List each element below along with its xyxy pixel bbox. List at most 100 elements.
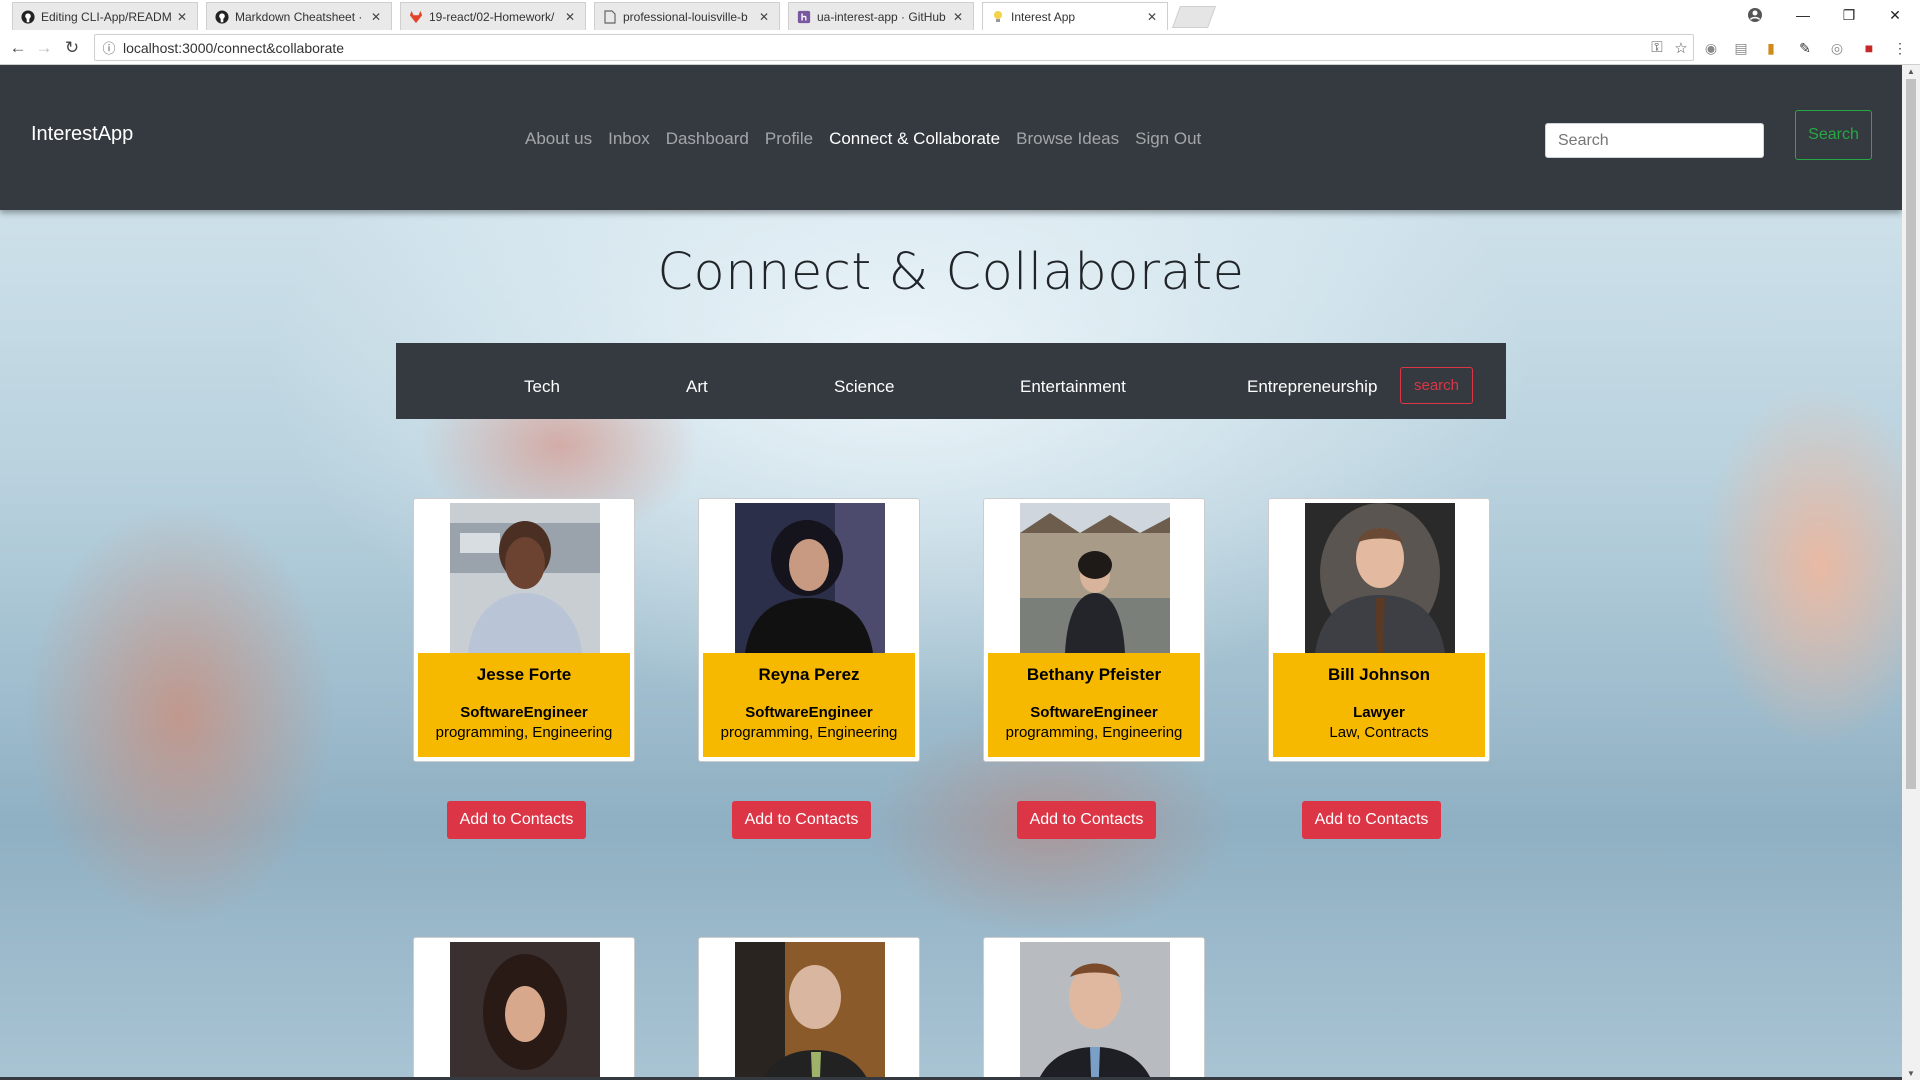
url-text[interactable]: localhost:3000/connect&collaborate [123,40,1645,56]
info-icon[interactable]: ⓘ [99,38,119,57]
nav-link-inbox[interactable]: Inbox [608,129,650,149]
profile-name: Bethany Pfeister [1026,665,1162,684]
extension-icon[interactable]: ◎ [1827,38,1847,58]
scroll-up-icon[interactable]: ▲ [1907,67,1915,76]
close-icon[interactable]: ✕ [759,10,771,24]
scrollbar-thumb[interactable] [1906,79,1916,789]
address-bar[interactable]: ⓘ localhost:3000/connect&collaborate ⚿ ☆ [94,34,1694,61]
profile-info: Jesse Forte SoftwareEngineer programming… [418,653,630,757]
profile-role: SoftwareEngineer [460,704,588,721]
extension-icon[interactable]: ▮ [1761,38,1781,58]
add-to-contacts-button[interactable]: Add to Contacts [447,801,586,839]
nav-link-profile[interactable]: Profile [765,129,813,149]
add-to-contacts-button[interactable]: Add to Contacts [732,801,871,839]
category-science[interactable]: Science [834,377,894,397]
category-entertainment[interactable]: Entertainment [1020,377,1126,397]
navbar-search-button[interactable]: Search [1795,110,1872,160]
browser-tab[interactable]: professional-louisville-b ✕ [594,2,780,30]
profile-photo [1020,503,1170,653]
github-icon [21,9,35,24]
tab-title: ua-interest-app · GitHub [817,9,946,24]
navbar-brand[interactable]: InterestApp [31,123,133,146]
category-art[interactable]: Art [686,377,708,397]
tab-title: Markdown Cheatsheet · [235,9,363,24]
browser-tab[interactable]: Markdown Cheatsheet · ✕ [206,2,392,30]
profile-photo [735,503,885,653]
browser-tab[interactable]: ua-interest-app · GitHub ✕ [788,2,974,30]
close-icon[interactable]: ✕ [371,10,383,24]
profile-card: Bill Johnson Lawyer Law, Contracts [1268,498,1490,762]
extension-icon[interactable]: ■ [1859,38,1879,58]
browser-tab-bar: Editing CLI-App/READM ✕ Markdown Cheatsh… [0,0,1920,31]
profile-interests: programming, Engineering [720,724,898,741]
add-to-contacts-button[interactable]: Add to Contacts [1017,801,1156,839]
profile-photo [450,503,600,653]
profile-info: Reyna Perez SoftwareEngineer programming… [703,653,915,757]
browser-toolbar: ← → ↻ ⓘ localhost:3000/connect&collabora… [0,30,1920,65]
extension-icon[interactable]: ▤ [1731,38,1751,58]
profile-photo [1020,942,1170,1080]
new-tab-button[interactable] [1171,6,1217,28]
key-icon[interactable]: ⚿ [1645,39,1669,56]
nav-link-dashboard[interactable]: Dashboard [666,129,749,149]
close-icon[interactable]: ✕ [953,10,965,24]
profile-interests: Law, Contracts [1329,724,1429,741]
close-window-icon[interactable]: ✕ [1872,0,1918,30]
category-tech[interactable]: Tech [524,377,560,397]
profile-name: Bill Johnson [1328,665,1430,684]
nav-link-browse-ideas[interactable]: Browse Ideas [1016,129,1119,149]
minimize-icon[interactable]: — [1780,0,1826,30]
app-navbar: InterestApp About us Inbox Dashboard Pro… [0,65,1902,210]
browser-tab[interactable]: 19-react/02-Homework/ ✕ [400,2,586,30]
profile-photo [1305,503,1455,653]
browser-tab-active[interactable]: Interest App ✕ [982,2,1168,30]
extension-icon[interactable]: ✎ [1795,38,1815,58]
browser-tab[interactable]: Editing CLI-App/READM ✕ [12,2,198,30]
profile-interests: programming, Engineering [435,724,613,741]
category-entrepreneurship[interactable]: Entrepreneurship [1247,377,1377,397]
heroku-icon [797,10,811,24]
navbar-search-input[interactable] [1545,123,1764,158]
document-icon [603,9,617,24]
profile-role: SoftwareEngineer [1030,704,1158,721]
menu-icon[interactable]: ⋮ [1890,38,1910,58]
profile-name: Reyna Perez [758,665,860,684]
nav-links: About us Inbox Dashboard Profile Connect… [525,129,1201,149]
vertical-scrollbar[interactable]: ▲ ▼ [1902,65,1920,1080]
profile-card: Reyna Perez SoftwareEngineer programming… [698,498,920,762]
close-icon[interactable]: ✕ [177,10,189,24]
profile-photo [735,942,885,1080]
close-icon[interactable]: ✕ [1147,10,1159,24]
bulb-icon [991,10,1005,24]
page-title: Connect & Collaborate [657,243,1245,302]
add-to-contacts-button[interactable]: Add to Contacts [1302,801,1441,839]
nav-link-connect-collaborate[interactable]: Connect & Collaborate [829,129,1000,149]
profile-name: Jesse Forte [476,665,572,684]
close-icon[interactable]: ✕ [565,10,577,24]
github-icon [215,9,229,24]
profile-card [698,937,920,1080]
back-icon[interactable]: ← [6,36,30,60]
profile-card [413,937,635,1080]
reload-icon[interactable]: ↻ [60,36,84,60]
extension-icon[interactable]: ◉ [1701,38,1721,58]
tab-title: 19-react/02-Homework/ [429,9,555,24]
profile-card [983,937,1205,1080]
profile-role: Lawyer [1353,704,1405,721]
nav-link-about-us[interactable]: About us [525,129,592,149]
profile-role: SoftwareEngineer [745,704,873,721]
page-viewport: InterestApp About us Inbox Dashboard Pro… [0,65,1902,1080]
gitlab-icon [409,10,423,24]
profile-card: Bethany Pfeister SoftwareEngineer progra… [983,498,1205,762]
tab-title: professional-louisville-b [623,9,748,24]
account-icon[interactable] [1732,0,1778,30]
tab-title: Editing CLI-App/READM [41,9,172,24]
category-search-button[interactable]: search [1400,367,1473,404]
profile-interests: programming, Engineering [1005,724,1183,741]
restore-icon[interactable]: ❐ [1826,0,1872,30]
bookmark-star-icon[interactable]: ☆ [1669,39,1693,57]
forward-icon[interactable]: → [32,36,56,60]
scroll-down-icon[interactable]: ▼ [1907,1069,1915,1078]
profile-info: Bill Johnson Lawyer Law, Contracts [1273,653,1485,757]
nav-link-sign-out[interactable]: Sign Out [1135,129,1201,149]
